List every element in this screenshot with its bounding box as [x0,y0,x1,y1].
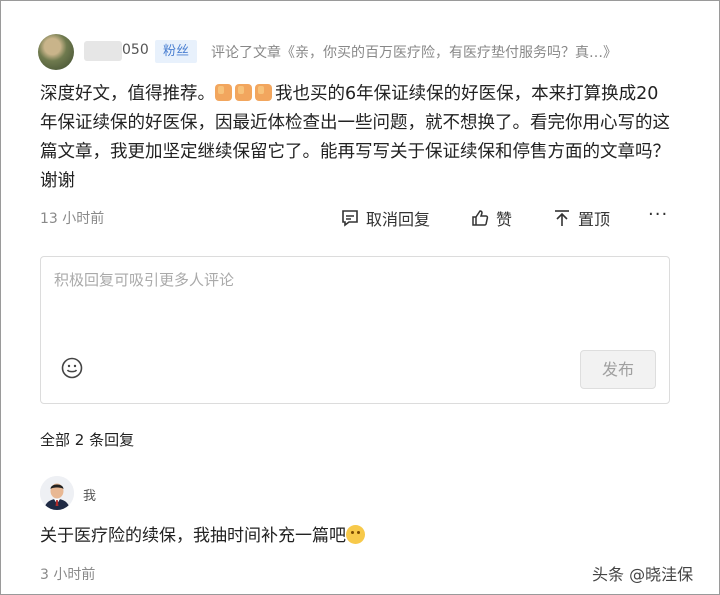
pin-button[interactable]: 置顶 [552,206,610,230]
comment-icon [342,210,358,227]
like-label: 赞 [496,210,513,229]
comment-action-text[interactable]: 评论了文章《亲，你买的百万医疗险，有医疗垫付服务吗？真…》 [211,42,617,62]
username-redacted [84,41,122,61]
reply-text: 关于医疗险的续保，我抽时间补充一篇吧 [40,521,365,546]
reply-count: 全部 2 条回复 [40,431,135,449]
pin-label: 置顶 [578,210,611,229]
smile-emoji-icon [346,525,365,544]
more-options-icon[interactable]: ··· [648,204,668,225]
pin-top-icon [555,210,569,226]
reply-author[interactable]: 我 [83,485,96,504]
username[interactable]: 050 [122,42,149,58]
thumbs-up-outline-icon [472,210,489,226]
thumbs-up-icon [215,84,275,104]
emoji-icon[interactable] [61,357,83,379]
fan-badge: 粉丝 [155,40,198,63]
reply-input-placeholder[interactable]: 积极回复可吸引更多人评论 [54,269,234,290]
reply-time: 3 小时前 [40,567,96,583]
comment-time: 13 小时前 [40,211,105,227]
watermark: 头条 @晓洼保 [592,565,694,584]
comment-text-1: 深度好文，值得推荐。 [40,84,215,104]
comment-body: 深度好文，值得推荐。 我也买的6年保证续保的好医保，本来打算换成20年保证续保的好… [40,80,670,196]
cancel-reply-label: 取消回复 [366,210,431,229]
reply-avatar[interactable] [40,476,74,510]
like-button[interactable]: 赞 [470,206,512,230]
cancel-reply-button[interactable]: 取消回复 [340,206,430,230]
reply-body: 关于医疗险的续保，我抽时间补充一篇吧 [40,526,346,546]
person-avatar-image [40,476,74,510]
publish-button[interactable]: 发布 [580,350,656,389]
commenter-avatar[interactable] [38,34,74,70]
